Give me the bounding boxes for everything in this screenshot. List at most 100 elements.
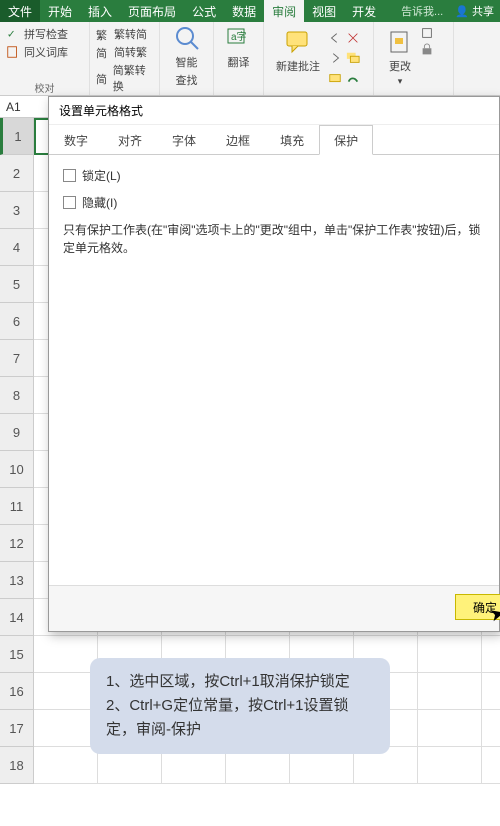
spellcheck-icon: ✓: [6, 27, 20, 41]
trad-to-simp-label: 简转繁: [114, 44, 147, 60]
thesaurus-icon: [6, 45, 20, 59]
convert-toggle-icon: 简: [96, 71, 109, 85]
lock-checkbox[interactable]: [63, 169, 76, 182]
share-icon: 👤: [455, 6, 469, 18]
simp-to-trad-icon: 繁: [96, 27, 110, 41]
instruction-callout: 1、选中区域，按Ctrl+1取消保护锁定 2、Ctrl+G定位常量，按Ctrl+…: [90, 658, 390, 754]
trad-to-simp-icon: 简: [96, 45, 110, 59]
show-comment-icon[interactable]: [328, 72, 342, 86]
new-comment-label: 新建批注: [276, 58, 320, 74]
lock-label: 锁定(L): [82, 167, 121, 184]
share-button[interactable]: 👤 共享: [449, 3, 500, 19]
dialog-title: 设置单元格格式: [49, 97, 499, 125]
protect-icon: [386, 28, 414, 56]
row-header[interactable]: 15: [0, 636, 34, 673]
thesaurus-button[interactable]: 同义词库: [6, 44, 83, 60]
row-header[interactable]: 12: [0, 525, 34, 562]
row-header[interactable]: 18: [0, 747, 34, 784]
hide-checkbox[interactable]: [63, 196, 76, 209]
ribbon-group-convert: 繁 繁转简 简 简转繁 简 简繁转换: [90, 22, 160, 95]
dialog-tab-align[interactable]: 对齐: [103, 125, 157, 155]
change-label: 更改: [389, 58, 411, 74]
format-cells-dialog: 设置单元格格式 数字 对齐 字体 边框 填充 保护 锁定(L) 隐藏(I) 只有…: [48, 96, 500, 632]
dialog-tab-font[interactable]: 字体: [157, 125, 211, 155]
dialog-tab-protect[interactable]: 保护: [319, 125, 373, 155]
tab-insert[interactable]: 插入: [80, 0, 120, 22]
delete-comment-icon[interactable]: [346, 31, 360, 45]
cursor-icon: ➤: [487, 602, 500, 626]
proof-group-label: 校对: [0, 80, 89, 95]
smart-lookup-icon: [173, 24, 201, 52]
simp-to-trad-label: 繁转简: [114, 26, 147, 42]
row-header[interactable]: 9: [0, 414, 34, 451]
tab-data[interactable]: 数据: [224, 0, 264, 22]
callout-line: 2、Ctrl+G定位常量，按Ctrl+1设置锁定，审阅-保护: [106, 694, 374, 742]
tab-view[interactable]: 视图: [304, 0, 344, 22]
tab-file[interactable]: 文件: [0, 0, 40, 22]
svg-text:✓: ✓: [7, 29, 16, 41]
row-header[interactable]: 3: [0, 192, 34, 229]
row-header[interactable]: 5: [0, 266, 34, 303]
smart-lookup-label: 智能: [176, 54, 198, 70]
tab-review[interactable]: 审阅: [264, 0, 304, 22]
tab-layout[interactable]: 页面布局: [120, 0, 184, 22]
row-header[interactable]: 10: [0, 451, 34, 488]
simp-to-trad-button[interactable]: 繁 繁转简: [96, 26, 153, 42]
row-header[interactable]: 8: [0, 377, 34, 414]
dialog-footer: 确定 ➤: [49, 585, 499, 631]
row-header[interactable]: 1: [0, 118, 34, 155]
change-button[interactable]: 更改 ▾: [380, 26, 420, 91]
hide-checkbox-row[interactable]: 隐藏(I): [63, 194, 485, 211]
trad-to-simp-button[interactable]: 简 简转繁: [96, 44, 153, 60]
chevron-down-icon: ▾: [398, 76, 403, 87]
convert-toggle-label: 简繁转换: [113, 62, 153, 94]
ribbon-group-change: 更改 ▾: [374, 22, 454, 95]
tab-home[interactable]: 开始: [40, 0, 80, 22]
protect-sheet-icon[interactable]: [420, 26, 434, 40]
row-header[interactable]: 11: [0, 488, 34, 525]
new-comment-button[interactable]: 新建批注: [270, 26, 326, 91]
hide-label: 隐藏(I): [82, 194, 117, 211]
translate-button[interactable]: a字 翻译: [214, 22, 264, 95]
protect-book-icon[interactable]: [420, 43, 434, 57]
dialog-tab-border[interactable]: 边框: [211, 125, 265, 155]
row-header[interactable]: 14: [0, 599, 34, 636]
row-header[interactable]: 17: [0, 710, 34, 747]
lock-checkbox-row[interactable]: 锁定(L): [63, 167, 485, 184]
new-comment-icon: [284, 28, 312, 56]
spellcheck-label: 拼写检查: [24, 26, 68, 42]
prev-comment-icon[interactable]: [328, 31, 342, 45]
ribbon-group-proof: ✓ 拼写检查 同义词库 校对: [0, 22, 90, 95]
svg-text:a字: a字: [231, 30, 247, 43]
row-header[interactable]: 13: [0, 562, 34, 599]
show-all-icon[interactable]: [346, 51, 360, 65]
protect-hint-text: 只有保护工作表(在"审阅"选项卡上的"更改"组中，单击"保护工作表"按钮)后，锁…: [63, 221, 485, 257]
row-header[interactable]: 7: [0, 340, 34, 377]
translate-icon: a字: [225, 24, 253, 52]
dialog-body: 锁定(L) 隐藏(I) 只有保护工作表(在"审阅"选项卡上的"更改"组中，单击"…: [49, 155, 499, 585]
row-header[interactable]: 4: [0, 229, 34, 266]
name-box[interactable]: A1: [0, 100, 50, 114]
next-comment-icon[interactable]: [328, 51, 342, 65]
ink-icon[interactable]: [346, 72, 360, 86]
convert-toggle-button[interactable]: 简 简繁转换: [96, 62, 153, 94]
thesaurus-label: 同义词库: [24, 44, 68, 60]
ribbon: ✓ 拼写检查 同义词库 校对 繁 繁转简 简 简转繁 简 简繁转换 智能: [0, 22, 500, 96]
dialog-tab-fill[interactable]: 填充: [265, 125, 319, 155]
row-header[interactable]: 6: [0, 303, 34, 340]
dialog-tabs: 数字 对齐 字体 边框 填充 保护: [49, 125, 499, 155]
tab-dev[interactable]: 开发: [344, 0, 384, 22]
row-headers: 1 2 3 4 5 6 7 8 9 10 11 12 13 14 15 16 1…: [0, 118, 34, 784]
row-header[interactable]: 16: [0, 673, 34, 710]
callout-line: 1、选中区域，按Ctrl+1取消保护锁定: [106, 670, 374, 694]
smart-lookup-button[interactable]: 智能 查找: [160, 22, 214, 95]
tab-formula[interactable]: 公式: [184, 0, 224, 22]
spellcheck-button[interactable]: ✓ 拼写检查: [6, 26, 83, 42]
row-header[interactable]: 2: [0, 155, 34, 192]
menu-bar: 文件 开始 插入 页面布局 公式 数据 审阅 视图 开发 告诉我... 👤 共享: [0, 0, 500, 22]
tell-me-search[interactable]: 告诉我...: [401, 3, 449, 19]
share-label: 共享: [472, 6, 494, 18]
dialog-tab-number[interactable]: 数字: [49, 125, 103, 155]
ribbon-group-comment: 新建批注: [264, 22, 374, 95]
smart-lookup-sub: 查找: [176, 72, 198, 88]
